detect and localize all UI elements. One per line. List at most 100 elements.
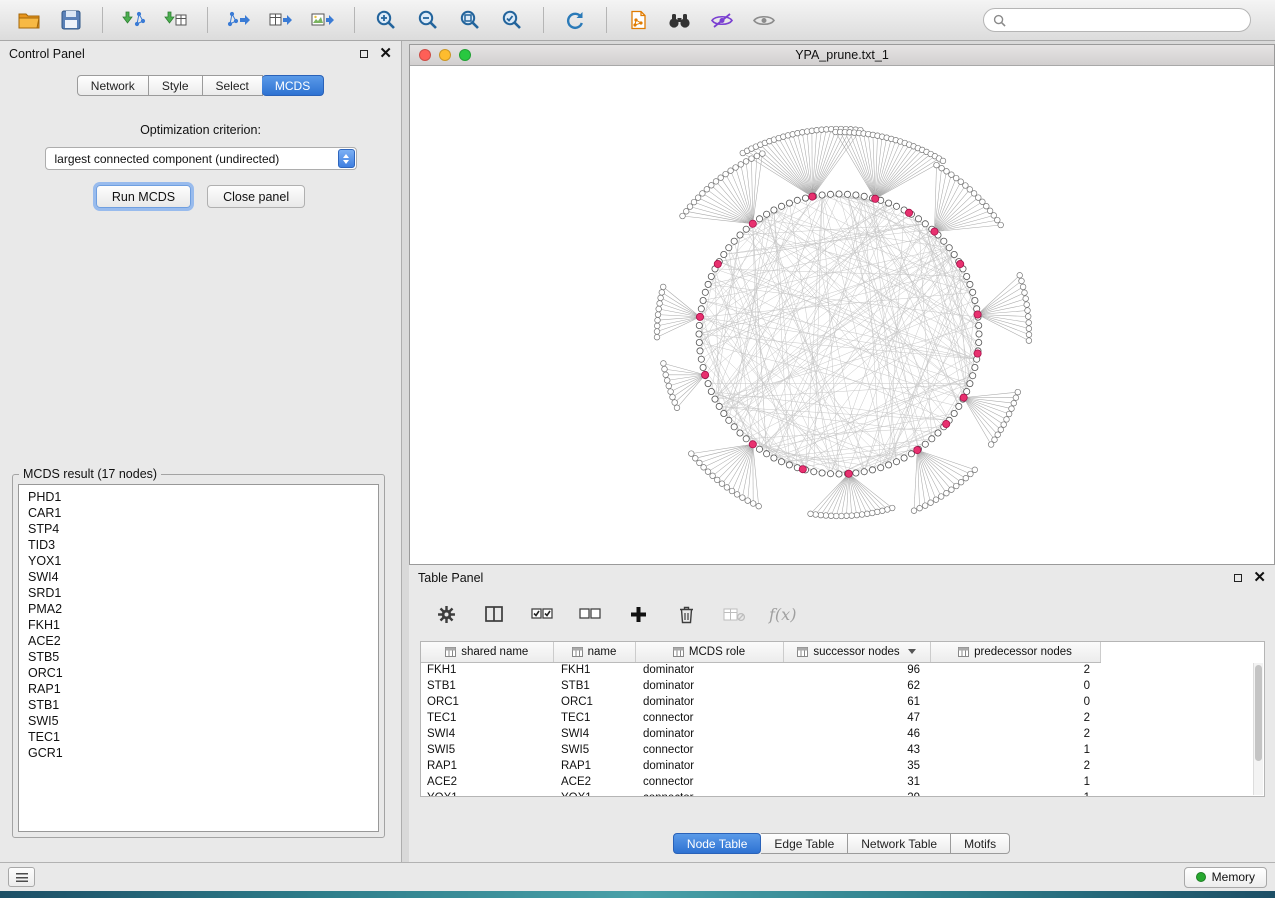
network-canvas[interactable] bbox=[410, 66, 1274, 564]
mcds-result-item[interactable]: STB5 bbox=[19, 649, 378, 665]
zoom-out-icon bbox=[417, 9, 439, 31]
mcds-result-item[interactable]: RAP1 bbox=[19, 681, 378, 697]
control-panel: Control Panel ✕ NetworkStyleSelectMCDS O… bbox=[0, 41, 402, 862]
network-graph[interactable] bbox=[410, 66, 1274, 564]
mcds-result-item[interactable]: YOX1 bbox=[19, 553, 378, 569]
table-row[interactable]: STB1STB1dominator620 bbox=[421, 678, 1100, 694]
save-session-button[interactable] bbox=[52, 4, 90, 36]
table-tab-edge-table[interactable]: Edge Table bbox=[761, 833, 848, 854]
table-cell: 29 bbox=[783, 790, 930, 797]
zoom-selected-button[interactable] bbox=[493, 4, 531, 36]
import-table-button[interactable] bbox=[157, 4, 195, 36]
column-view-button[interactable] bbox=[481, 601, 507, 627]
sort-indicator-icon bbox=[908, 649, 916, 654]
column-header-shared-name[interactable]: shared name bbox=[421, 642, 553, 662]
control-tab-style[interactable]: Style bbox=[149, 75, 203, 96]
find-button[interactable] bbox=[661, 4, 699, 36]
table-row[interactable]: SWI4SWI4dominator462 bbox=[421, 726, 1100, 742]
network-window-titlebar[interactable]: YPA_prune.txt_1 bbox=[410, 45, 1274, 66]
highlight-filter-button[interactable] bbox=[703, 4, 741, 36]
memory-label: Memory bbox=[1212, 870, 1255, 884]
table-row[interactable]: RAP1RAP1dominator352 bbox=[421, 758, 1100, 774]
mcds-result-item[interactable]: TEC1 bbox=[19, 729, 378, 745]
column-header-predecessor-nodes[interactable]: predecessor nodes bbox=[930, 642, 1100, 662]
select-all-rows-button[interactable] bbox=[529, 601, 555, 627]
mcds-result-item[interactable]: ACE2 bbox=[19, 633, 378, 649]
table-panel-title: Table Panel bbox=[418, 571, 483, 585]
refresh-button[interactable] bbox=[556, 4, 594, 36]
zoom-fit-button[interactable] bbox=[451, 4, 489, 36]
control-tab-mcds[interactable]: MCDS bbox=[262, 75, 324, 96]
export-table-button[interactable] bbox=[262, 4, 300, 36]
column-header-MCDS-role[interactable]: MCDS role bbox=[635, 642, 783, 662]
mcds-result-item[interactable]: SWI5 bbox=[19, 713, 378, 729]
mcds-result-item[interactable]: SRD1 bbox=[19, 585, 378, 601]
search-input[interactable] bbox=[1012, 13, 1241, 27]
mcds-result-item[interactable]: SWI4 bbox=[19, 569, 378, 585]
table-scrollbar-thumb[interactable] bbox=[1255, 665, 1262, 761]
deselect-all-rows-button[interactable] bbox=[577, 601, 603, 627]
floppy-icon bbox=[61, 10, 81, 30]
mcds-result-group-title: MCDS result (17 nodes) bbox=[19, 467, 161, 481]
open-session-button[interactable] bbox=[10, 4, 48, 36]
mcds-result-item[interactable]: STB1 bbox=[19, 697, 378, 713]
status-bar: Memory bbox=[0, 862, 1275, 891]
float-panel-icon[interactable] bbox=[360, 50, 368, 58]
close-table-panel-icon[interactable]: ✕ bbox=[1253, 573, 1266, 583]
column-header-name[interactable]: name bbox=[553, 642, 635, 662]
mcds-result-item[interactable]: GCR1 bbox=[19, 745, 378, 761]
table-tab-network-table[interactable]: Network Table bbox=[848, 833, 951, 854]
mcds-result-item[interactable]: FKH1 bbox=[19, 617, 378, 633]
delete-column-button[interactable] bbox=[673, 601, 699, 627]
mcds-result-item[interactable]: CAR1 bbox=[19, 505, 378, 521]
zoom-out-button[interactable] bbox=[409, 4, 447, 36]
control-tab-select[interactable]: Select bbox=[203, 75, 263, 96]
table-row[interactable]: YOX1YOX1connector291 bbox=[421, 790, 1100, 797]
table-cell: 1 bbox=[930, 790, 1100, 797]
mcds-result-item[interactable]: PHD1 bbox=[19, 489, 378, 505]
network-window: YPA_prune.txt_1 bbox=[409, 44, 1275, 565]
zoom-in-button[interactable] bbox=[367, 4, 405, 36]
mcds-result-item[interactable]: TID3 bbox=[19, 537, 378, 553]
select-stepper-icon[interactable] bbox=[338, 149, 355, 168]
clone-network-icon bbox=[628, 10, 648, 30]
create-column-button[interactable] bbox=[625, 601, 651, 627]
column-label: MCDS role bbox=[689, 646, 745, 658]
run-mcds-button[interactable]: Run MCDS bbox=[96, 185, 191, 208]
table-cell: YOX1 bbox=[553, 790, 635, 797]
import-network-button[interactable] bbox=[115, 4, 153, 36]
mcds-result-item[interactable]: STP4 bbox=[19, 521, 378, 537]
table-cell: 0 bbox=[930, 678, 1100, 694]
show-hide-button[interactable] bbox=[745, 4, 783, 36]
memory-button[interactable]: Memory bbox=[1184, 867, 1267, 888]
table-row[interactable]: SWI5SWI5connector431 bbox=[421, 742, 1100, 758]
close-panel-button[interactable]: Close panel bbox=[207, 185, 305, 208]
close-panel-icon[interactable]: ✕ bbox=[379, 49, 392, 59]
table-scrollbar[interactable] bbox=[1253, 663, 1263, 795]
mcds-result-item[interactable]: PMA2 bbox=[19, 601, 378, 617]
table-tab-node-table[interactable]: Node Table bbox=[673, 833, 762, 854]
table-cell: dominator bbox=[635, 694, 783, 710]
table-cell: SWI5 bbox=[553, 742, 635, 758]
toolbar-separator bbox=[102, 7, 103, 33]
table-cell: 2 bbox=[930, 662, 1100, 678]
table-tab-motifs[interactable]: Motifs bbox=[951, 833, 1010, 854]
criterion-select[interactable]: largest connected component (undirected) bbox=[45, 147, 357, 170]
clone-network-button[interactable] bbox=[619, 4, 657, 36]
table-row[interactable]: FKH1FKH1dominator962 bbox=[421, 662, 1100, 678]
table-row[interactable]: ORC1ORC1dominator610 bbox=[421, 694, 1100, 710]
status-menu-button[interactable] bbox=[8, 867, 35, 887]
table-settings-button[interactable] bbox=[433, 601, 459, 627]
control-panel-tabs: NetworkStyleSelectMCDS bbox=[0, 75, 401, 96]
criterion-selected-value: largest connected component (undirected) bbox=[55, 152, 280, 166]
export-image-button[interactable] bbox=[304, 4, 342, 36]
table-row[interactable]: TEC1TEC1connector472 bbox=[421, 710, 1100, 726]
column-header-successor-nodes[interactable]: successor nodes bbox=[783, 642, 930, 662]
table-cell: SWI5 bbox=[421, 742, 553, 758]
export-network-button[interactable] bbox=[220, 4, 258, 36]
mcds-result-item[interactable]: ORC1 bbox=[19, 665, 378, 681]
table-row[interactable]: ACE2ACE2connector311 bbox=[421, 774, 1100, 790]
float-table-panel-icon[interactable] bbox=[1234, 574, 1242, 582]
control-tab-network[interactable]: Network bbox=[77, 75, 149, 96]
column-type-icon bbox=[572, 647, 583, 657]
